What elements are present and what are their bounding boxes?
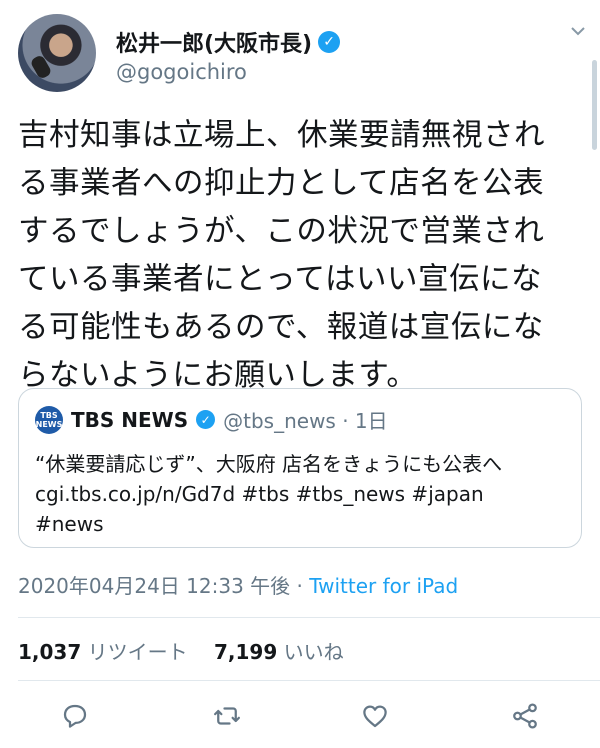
display-name[interactable]: 松井一郎(大阪市長) <box>116 26 312 58</box>
scrollbar[interactable] <box>592 60 597 150</box>
tweet-text: 吉村知事は立場上、休業要請無視され る事業者への抑止力として店名を公表 するでし… <box>18 112 578 400</box>
quoted-tweet-header: TBS NEWS TBS NEWS ✓ @tbs_news · 1日 <box>35 405 388 434</box>
user-handle[interactable]: @gogoichiro <box>116 60 247 84</box>
quoted-line: “休業要請応じず”、大阪府 店名をきょうにも公表へ <box>35 452 503 476</box>
timestamp-datetime: 2020年04月24日 12:33 午後 · <box>18 574 310 598</box>
retweet-label[interactable]: リツイート <box>88 640 188 664</box>
tweet-line: ている事業者にとってはいい宣伝にな <box>18 262 542 297</box>
tweet-line: するでしょうが、この状況で営業され <box>18 214 545 249</box>
action-bar <box>0 695 600 735</box>
retweet-count[interactable]: 1,037 <box>18 640 81 664</box>
name-row: 松井一郎(大阪市長) ✓ <box>116 26 341 58</box>
chevron-down-icon[interactable] <box>570 24 585 38</box>
heart-icon[interactable] <box>360 701 390 731</box>
quoted-meta: @tbs_news · 1日 <box>223 409 388 433</box>
tweet-stats: 1,037 リツイート 7,199 いいね <box>18 636 364 665</box>
tweet-line: 吉村知事は立場上、休業要請無視され <box>18 118 545 153</box>
tweet-source-link[interactable]: Twitter for iPad <box>309 574 458 598</box>
verified-badge-icon: ✓ <box>318 31 341 53</box>
quoted-line: #news <box>35 512 104 536</box>
verified-badge-icon: ✓ <box>196 410 216 429</box>
divider <box>18 680 600 681</box>
tbs-news-logo: TBS NEWS <box>35 405 63 434</box>
quoted-display-name: TBS NEWS <box>71 407 189 432</box>
avatar[interactable] <box>18 14 96 92</box>
share-icon[interactable] <box>510 701 540 731</box>
tweet-line: る事業者への抑止力として店名を公表 <box>18 166 545 201</box>
tweet-line: る可能性もあるので、報道は宣伝にな <box>18 310 544 345</box>
divider <box>18 617 600 618</box>
reply-icon[interactable] <box>60 701 90 731</box>
quoted-tweet-text: “休業要請応じず”、大阪府 店名をきょうにも公表へ cgi.tbs.co.jp/… <box>35 449 575 539</box>
quoted-tweet-card[interactable]: TBS NEWS TBS NEWS ✓ @tbs_news · 1日 “休業要請… <box>18 388 582 548</box>
microphone-icon <box>29 53 53 81</box>
logo-text-top: TBS <box>40 410 58 420</box>
retweet-icon[interactable] <box>212 701 242 731</box>
logo-text-bottom: NEWS <box>35 419 63 429</box>
quoted-line: cgi.tbs.co.jp/n/Gd7d #tbs #tbs_news #jap… <box>35 482 484 506</box>
tweet-timestamp: 2020年04月24日 12:33 午後 · Twitter for iPad <box>18 570 458 599</box>
like-label[interactable]: いいね <box>284 640 344 664</box>
tweet-header: 松井一郎(大阪市長) ✓ @gogoichiro <box>18 14 588 94</box>
like-count[interactable]: 7,199 <box>214 640 277 664</box>
